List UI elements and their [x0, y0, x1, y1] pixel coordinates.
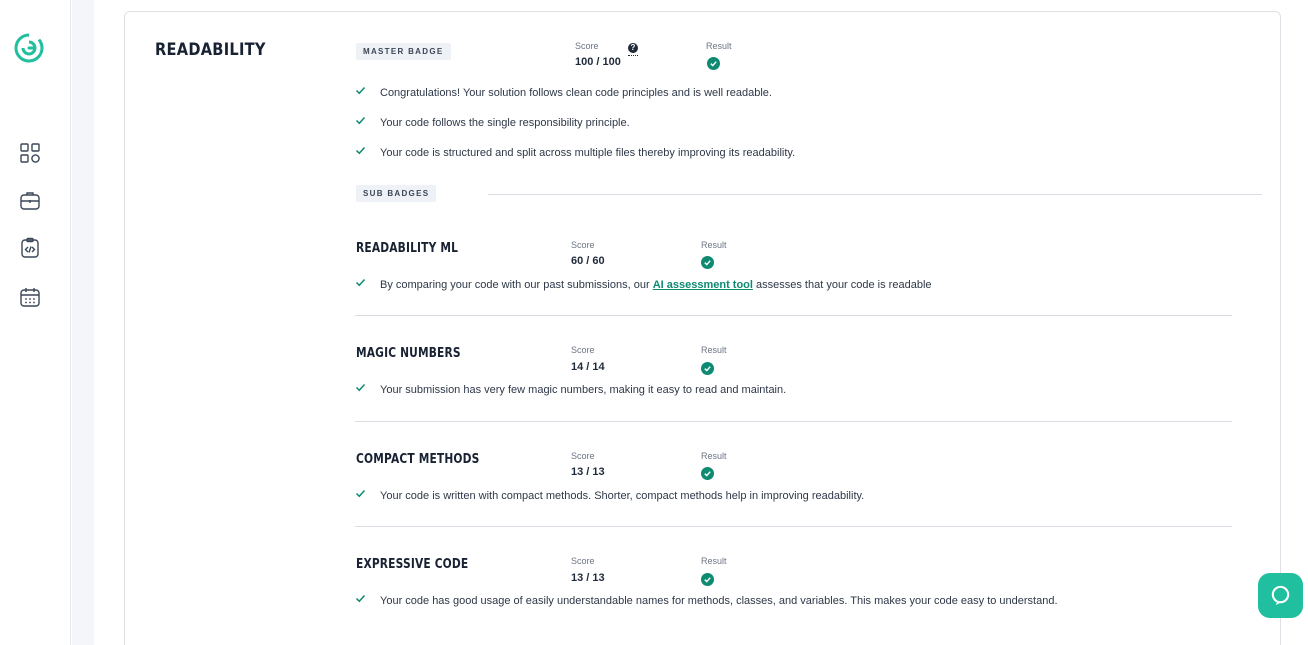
calendar-icon[interactable] — [19, 286, 41, 308]
message: Your code has good usage of easily under… — [380, 595, 1058, 607]
briefcase-icon[interactable] — [19, 190, 41, 212]
ai-assessment-tool-link[interactable]: AI assessment tool — [653, 279, 753, 291]
sidebar — [0, 0, 71, 645]
logo-icon[interactable] — [13, 32, 45, 64]
score-value: 14 / 14 — [571, 361, 605, 373]
help-icon[interactable]: ? — [628, 43, 638, 53]
result-label: Result — [701, 556, 727, 566]
result-label: Result — [701, 451, 727, 461]
result-label: Result — [701, 345, 727, 355]
message: Your code is written with compact method… — [380, 490, 865, 502]
score-label: Score — [571, 345, 595, 355]
section-title: READABILITY — [155, 40, 266, 60]
check-icon — [355, 382, 366, 393]
score-value: 60 / 60 — [571, 255, 605, 267]
chat-support-button[interactable] — [1258, 573, 1303, 618]
divider — [355, 315, 1232, 316]
check-icon — [355, 115, 366, 126]
score-label: Score — [571, 556, 595, 566]
result-check-icon — [701, 256, 714, 269]
result-label: Result — [701, 240, 727, 250]
content-gutter — [72, 0, 94, 645]
message-text: assesses that your code is readable — [752, 279, 932, 291]
message: By comparing your code with our past sub… — [380, 279, 932, 291]
dashboard-icon[interactable] — [19, 142, 41, 164]
master-badge-chip: MASTER BADGE — [356, 43, 451, 60]
sub-badge-title: READABILITY ML — [356, 241, 459, 256]
check-icon — [355, 85, 366, 96]
code-clipboard-icon[interactable] — [19, 237, 41, 259]
message: Your submission has very few magic numbe… — [380, 384, 787, 396]
check-icon — [355, 277, 366, 288]
check-icon — [355, 145, 366, 156]
sub-badges-chip: SUB BADGES — [356, 185, 437, 202]
message: Your code is structured and split across… — [380, 147, 796, 159]
score-label: Score — [571, 240, 595, 250]
result-check-icon — [701, 467, 714, 480]
result-check-icon — [701, 573, 714, 586]
score-label: Score — [575, 41, 599, 51]
sub-badge-title: COMPACT METHODS — [356, 452, 480, 467]
check-icon — [355, 488, 366, 499]
result-check-icon — [707, 57, 720, 70]
sub-badge-title: MAGIC NUMBERS — [356, 346, 461, 361]
divider — [355, 526, 1232, 527]
divider — [488, 194, 1262, 195]
score-value: 13 / 13 — [571, 466, 605, 478]
divider — [355, 421, 1232, 422]
score-label: Score — [571, 451, 595, 461]
score-value: 100 / 100 — [575, 56, 621, 68]
help-underline — [628, 55, 638, 56]
sub-badge-title: EXPRESSIVE CODE — [356, 557, 469, 572]
readability-card — [124, 11, 1281, 645]
result-label: Result — [706, 41, 732, 51]
chat-support-icon — [1271, 585, 1290, 606]
result-check-icon — [701, 362, 714, 375]
message-text: By comparing your code with our past sub… — [380, 279, 653, 291]
check-icon — [355, 593, 366, 604]
message: Congratulations! Your solution follows c… — [380, 87, 772, 99]
score-value: 13 / 13 — [571, 572, 605, 584]
message: Your code follows the single responsibil… — [380, 117, 630, 129]
